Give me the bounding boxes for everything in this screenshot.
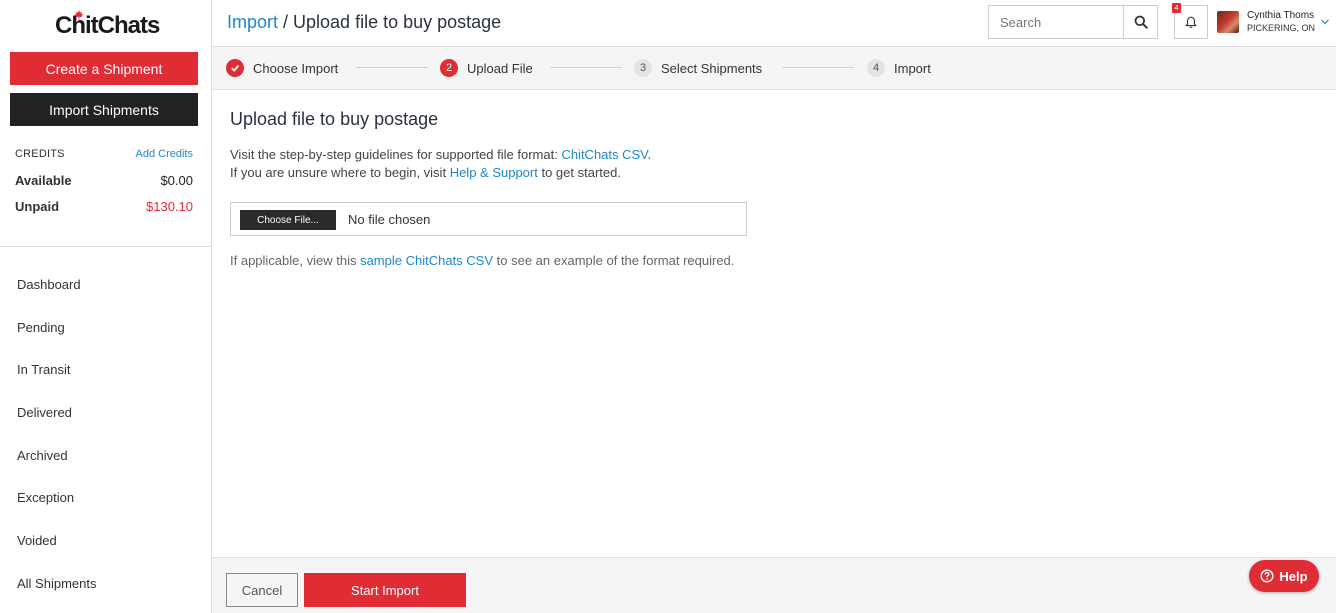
breadcrumb-separator: / — [278, 12, 294, 32]
sidebar-item-dashboard[interactable]: Dashboard — [0, 263, 211, 306]
credit-available-row: Available $0.00 — [15, 173, 193, 188]
breadcrumb: Import / Upload file to buy postage — [227, 12, 501, 33]
step-number: 2 — [440, 59, 458, 77]
step-connector — [782, 67, 854, 68]
import-shipments-button[interactable]: Import Shipments — [10, 93, 198, 126]
sidebar: ChitChats Create a Shipment Import Shipm… — [0, 0, 212, 613]
step-label: Import — [894, 60, 931, 76]
sidebar-nav: Dashboard Pending In Transit Delivered A… — [0, 263, 211, 605]
step-number: 4 — [867, 59, 885, 77]
choose-file-button[interactable]: Choose File... — [240, 210, 336, 230]
step-select-shipments: 3 Select Shipments — [634, 59, 762, 77]
sidebar-divider — [0, 246, 211, 247]
cancel-button[interactable]: Cancel — [226, 573, 298, 607]
credit-unpaid-label: Unpaid — [15, 199, 60, 214]
step-import: 4 Import — [867, 59, 931, 77]
sidebar-item-voided[interactable]: Voided — [0, 519, 211, 562]
maple-leaf-icon — [74, 10, 84, 20]
help-support-link[interactable]: Help & Support — [450, 165, 538, 180]
credit-unpaid-value: $130.10 — [146, 199, 193, 214]
help-label: Help — [1279, 568, 1308, 584]
sidebar-item-delivered[interactable]: Delivered — [0, 391, 211, 434]
credit-available-value: $0.00 — [160, 173, 193, 188]
start-import-button[interactable]: Start Import — [304, 573, 466, 607]
help-text: If you are unsure where to begin, visit … — [230, 165, 621, 180]
search-icon — [1134, 15, 1148, 29]
credit-unpaid-row: Unpaid $130.10 — [15, 199, 193, 214]
breadcrumb-import-link[interactable]: Import — [227, 12, 278, 32]
user-location: PICKERING, ON — [1247, 23, 1316, 33]
chevron-down-icon[interactable] — [1320, 17, 1330, 27]
step-upload-file: 2 Upload File — [440, 59, 533, 77]
bell-icon — [1185, 16, 1197, 28]
question-circle-icon — [1260, 569, 1274, 583]
sidebar-item-pending[interactable]: Pending — [0, 306, 211, 349]
credit-available-label: Available — [15, 173, 72, 188]
footer-bar: Cancel Start Import — [212, 557, 1336, 613]
top-header: Import / Upload file to buy postage 4 Cy… — [212, 0, 1336, 47]
sidebar-item-in-transit[interactable]: In Transit — [0, 348, 211, 391]
avatar[interactable] — [1217, 11, 1239, 33]
sidebar-item-exception[interactable]: Exception — [0, 476, 211, 519]
notification-badge: 4 — [1172, 3, 1181, 13]
create-shipment-button[interactable]: Create a Shipment — [10, 52, 198, 85]
add-credits-link[interactable]: Add Credits — [136, 148, 193, 160]
content-title: Upload file to buy postage — [230, 109, 439, 129]
page-title: Upload file to buy postage — [293, 12, 502, 32]
sample-text: If applicable, view this sample ChitChat… — [230, 253, 735, 268]
step-connector — [356, 67, 428, 68]
help-button[interactable]: Help — [1249, 560, 1319, 592]
sidebar-item-archived[interactable]: Archived — [0, 434, 211, 477]
search-input[interactable] — [988, 5, 1124, 39]
search-button[interactable] — [1123, 5, 1158, 39]
logo-text: ChitChats — [55, 12, 160, 39]
guidelines-text: Visit the step-by-step guidelines for su… — [230, 147, 652, 162]
step-label: Choose Import — [253, 60, 339, 76]
step-label: Upload File — [467, 60, 533, 76]
import-stepper: Choose Import 2 Upload File 3 Select Shi… — [212, 47, 1336, 90]
sidebar-item-all-shipments[interactable]: All Shipments — [0, 562, 211, 605]
file-status: No file chosen — [348, 212, 431, 227]
step-label: Select Shipments — [661, 60, 763, 76]
chitchats-csv-link[interactable]: ChitChats CSV — [561, 147, 647, 162]
step-choose-import: Choose Import — [226, 59, 338, 77]
check-icon — [226, 59, 244, 77]
sample-csv-link[interactable]: sample ChitChats CSV — [360, 253, 493, 268]
credits-heading: CREDITS — [15, 148, 65, 160]
step-connector — [550, 67, 622, 68]
file-upload-field[interactable]: Choose File... No file chosen — [230, 202, 747, 236]
chitchats-logo[interactable]: ChitChats — [55, 10, 160, 40]
step-number: 3 — [634, 59, 652, 77]
user-name[interactable]: Cynthia Thoms — [1247, 10, 1314, 21]
